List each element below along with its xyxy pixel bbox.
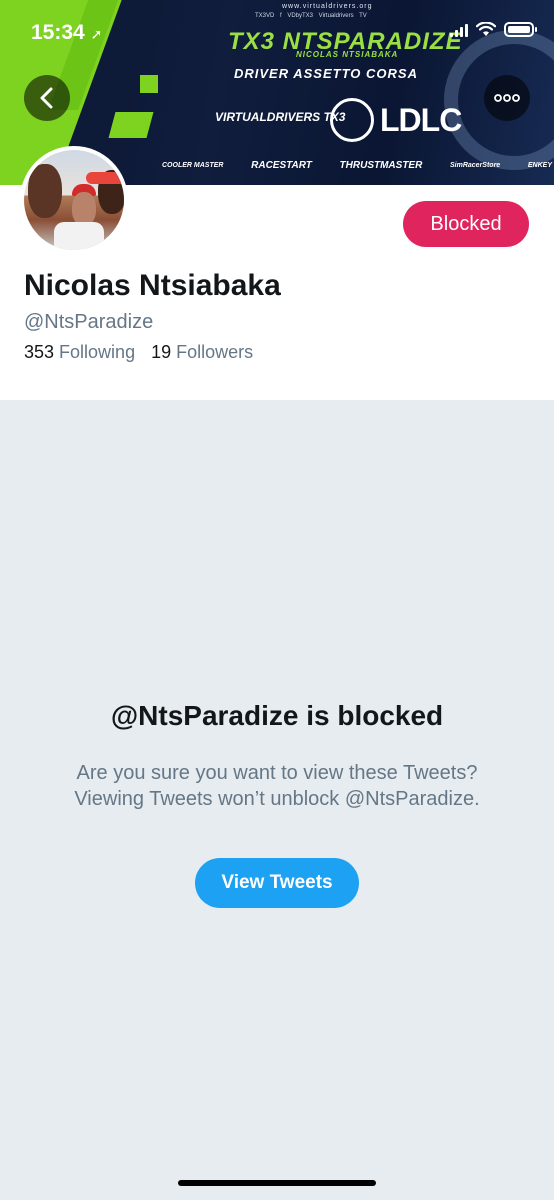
banner-driver-line: DRIVER ASSETTO CORSA: [234, 66, 418, 81]
banner-square: [108, 112, 154, 138]
more-horizontal-icon: [494, 94, 520, 102]
more-options-button[interactable]: [484, 75, 530, 121]
sponsor-logo: THRUSTMASTER: [339, 160, 423, 171]
banner-social: TX3VD f VDbyTX3 Virtualdrivers TV: [255, 13, 367, 19]
blocked-notice-title: @NtsParadize is blocked: [110, 700, 444, 731]
following-count: 353: [24, 342, 55, 362]
blocked-notice-body: Are you sure you want to view these Twee…: [30, 760, 524, 812]
avatar-image: [24, 150, 124, 250]
location-arrow-icon: ➚: [90, 26, 103, 42]
ldlc-logo: LDLC: [380, 102, 462, 138]
followers-link[interactable]: 19 Followers: [151, 342, 253, 363]
blocked-button[interactable]: Blocked: [403, 201, 529, 247]
status-time: 15:34 ➚: [31, 21, 102, 45]
sponsor-logo: COOLER MASTER: [162, 162, 224, 169]
sponsor-logo: SimRacerStore: [450, 162, 501, 169]
status-indicators: [450, 22, 537, 37]
virtualdrivers-logo: VIRTUALDRIVERS TX3: [215, 110, 346, 124]
following-link[interactable]: 353 Following: [24, 342, 135, 363]
followers-label: Followers: [176, 342, 254, 362]
ldlc-logo-mark: [330, 98, 374, 142]
display-name: Nicolas Ntsiabaka: [24, 269, 281, 302]
banner-subtitle: NICOLAS NTSIABAKA: [296, 50, 399, 59]
avatar[interactable]: [20, 146, 128, 254]
following-label: Following: [59, 342, 136, 362]
sponsor-logo: ENKEY: [527, 162, 552, 169]
chevron-left-icon: [40, 87, 53, 109]
sponsor-logo: RACESTART: [251, 160, 312, 171]
follow-stats: 353 Following 19 Followers: [24, 342, 253, 363]
home-indicator[interactable]: [178, 1180, 376, 1186]
back-button[interactable]: [24, 75, 70, 121]
view-tweets-button[interactable]: View Tweets: [195, 858, 359, 908]
blocked-notice-line: Viewing Tweets won’t unblock @NtsParadiz…: [74, 788, 480, 810]
banner-square: [140, 75, 158, 93]
wifi-icon: [476, 22, 496, 36]
followers-count: 19: [151, 342, 172, 362]
sponsor-strip: COOLER MASTER RACESTART THRUSTMASTER Sim…: [162, 160, 552, 171]
signal-icon: [450, 23, 468, 37]
battery-icon: [504, 22, 537, 37]
blocked-notice-line: Are you sure you want to view these Twee…: [76, 762, 478, 784]
banner-url: www.virtualdrivers.org: [282, 3, 373, 10]
user-handle: @NtsParadize: [24, 311, 154, 333]
status-time-text: 15:34: [31, 21, 85, 44]
